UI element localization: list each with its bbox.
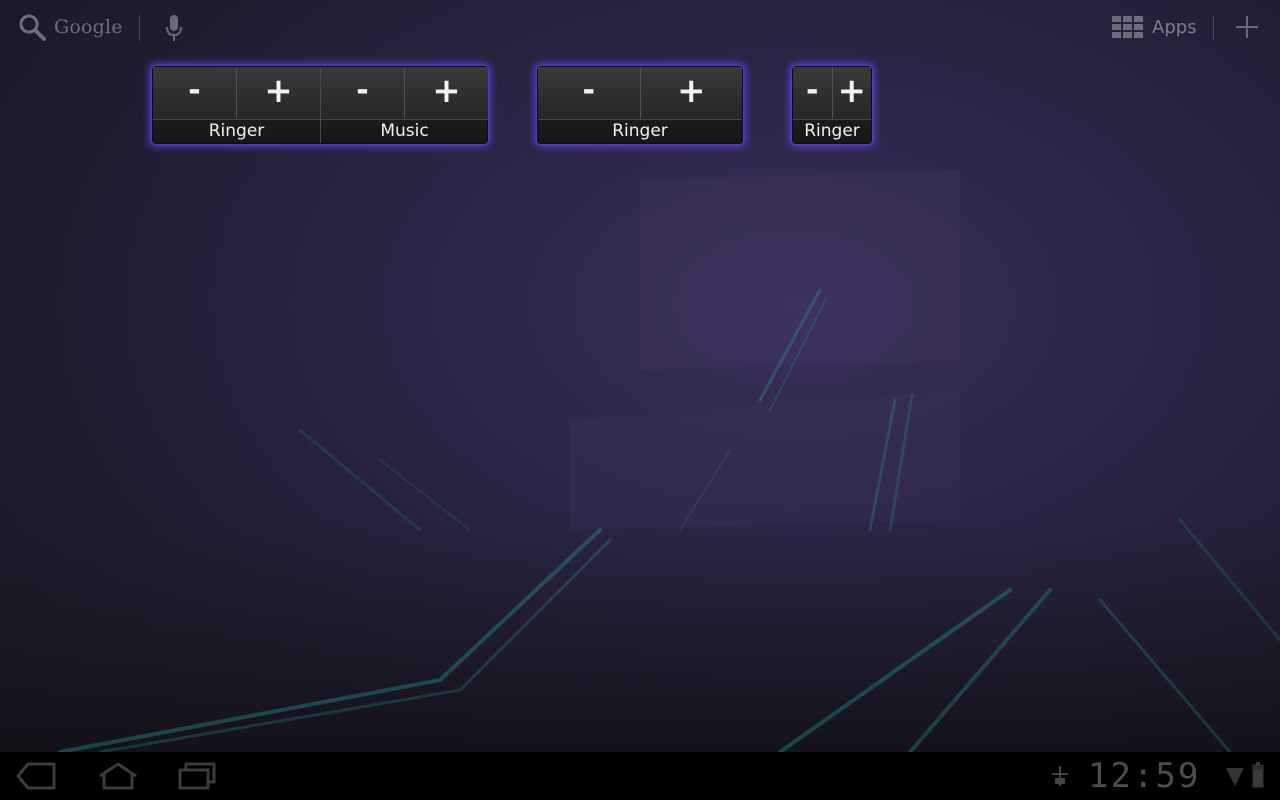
ringer-volume-down-button[interactable]: - — [153, 67, 236, 119]
ringer-volume-up-button[interactable]: + — [831, 67, 871, 119]
ringer-volume-group: - + Ringer — [538, 67, 742, 143]
ringer-label: Ringer — [804, 121, 860, 141]
battery-icon — [1252, 762, 1264, 788]
search-divider — [139, 15, 140, 41]
google-search-button[interactable]: Google — [18, 12, 123, 42]
ringer-volume-down-button[interactable]: - — [793, 67, 832, 119]
music-volume-group: - + Music — [320, 67, 488, 143]
music-volume-down-button[interactable]: - — [321, 67, 404, 119]
ringer-buttons: - + — [153, 67, 320, 120]
ringer-buttons: - + — [538, 67, 742, 120]
add-icon[interactable] — [1234, 14, 1260, 40]
apps-grid-icon — [1112, 16, 1143, 38]
home-icon[interactable] — [96, 760, 140, 792]
ringer-volume-group: - + Ringer — [153, 67, 320, 143]
launcher-top-bar: Google Apps — [0, 0, 1280, 56]
system-bar: 12:59 — [0, 752, 1280, 800]
ringer-volume-up-button[interactable]: + — [236, 67, 320, 119]
apps-button[interactable]: Apps — [1112, 12, 1197, 42]
search-icon — [19, 14, 46, 41]
ringer-label: Ringer — [612, 121, 668, 141]
music-volume-up-button[interactable]: + — [404, 67, 488, 119]
volume-widget-ringer-music: - + Ringer - + Music — [152, 66, 488, 144]
music-label: Music — [380, 121, 429, 141]
apps-label: Apps — [1152, 16, 1197, 38]
back-icon[interactable] — [16, 760, 58, 792]
recent-apps-icon[interactable] — [176, 760, 218, 792]
music-buttons: - + — [321, 67, 488, 120]
ringer-volume-down-button[interactable]: - — [538, 67, 640, 119]
apps-divider — [1213, 15, 1214, 41]
ringer-volume-group: - + Ringer — [793, 67, 871, 143]
ringer-label: Ringer — [208, 121, 265, 141]
search-label: Google — [54, 16, 123, 38]
ringer-buttons: - + — [793, 67, 871, 120]
ringer-volume-up-button[interactable]: + — [639, 67, 742, 119]
clock[interactable]: 12:59 — [1088, 758, 1200, 794]
volume-widget-ringer-small: - + Ringer — [792, 66, 872, 144]
volume-widget-ringer-medium: - + Ringer — [537, 66, 743, 144]
mic-icon[interactable] — [164, 13, 184, 43]
usb-icon — [1052, 766, 1068, 786]
signal-icon — [1226, 768, 1244, 786]
